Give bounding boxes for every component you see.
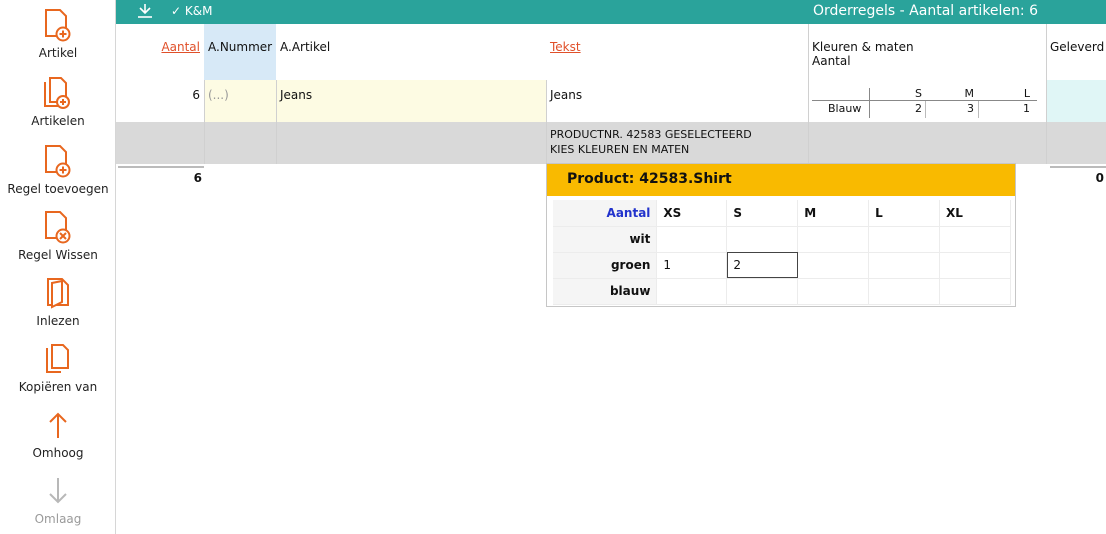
total-geleverd: 0 [1095,171,1104,185]
size-header: S [726,200,799,227]
doc-copy-icon [46,344,69,373]
docs-add-icon [44,77,70,109]
mini-size-m: M [964,87,975,100]
doc-add-icon [45,145,71,178]
table-row[interactable]: PRODUCTNR. 42583 GESELECTEERD KIES KLEUR… [116,122,1106,164]
row1-tekst[interactable]: Jeans [550,88,582,102]
qty-cell[interactable] [868,226,941,253]
mini-val-m: 3 [967,102,974,115]
qty-cell[interactable] [939,278,1011,305]
mini-sep1 [925,101,926,118]
artikel-button[interactable]: Artikel [0,2,116,68]
total-line [118,166,204,168]
qty-cell[interactable] [797,278,870,305]
qty-cell[interactable] [656,278,728,305]
row-label-groen: groen [553,252,658,279]
kopieren-van-button[interactable]: Kopiëren van [0,336,116,402]
col-anummer[interactable]: A.Nummer [204,24,276,80]
doc-import-icon [47,278,69,309]
qty-cell[interactable] [939,226,1011,253]
row2-tekst-line2: KIES KLEUREN EN MATEN [550,143,690,156]
doc-add-icon [45,9,71,42]
col-kleuren-sub: Aantal [812,54,851,68]
qty-cell[interactable] [868,278,941,305]
size-grid: Aantal XS S M L XL wit groen 1 2 blauw [553,200,1011,305]
header-title: Orderregels - Aantal artikelen: 6 [812,3,1038,19]
kleuren-maten-mini: S M L Blauw 2 3 1 [812,87,1037,120]
qty-cell[interactable]: 1 [656,252,728,279]
artikelen-button[interactable]: Artikelen [0,70,116,136]
col-geleverd[interactable]: Geleverd [1046,24,1106,80]
regel-toevoegen-label: Regel toevoegen [7,182,109,196]
omlaag-label: Omlaag [34,512,82,526]
qty-cell[interactable] [656,226,728,253]
orderregels-header: ✓ K&M Orderregels - Aantal artikelen: 6 [116,0,1106,24]
mini-val-s: 2 [915,102,922,115]
col-kleuren-label: Kleuren & maten [812,40,914,54]
col-divider [276,80,277,164]
arrow-up-icon [49,412,67,438]
inlezen-button[interactable]: Inlezen [0,270,116,336]
total-aantal: 6 [193,171,202,185]
kopieren-van-label: Kopiëren van [18,380,98,394]
qty-cell[interactable] [726,278,799,305]
omhoog-label: Omhoog [32,446,84,460]
doc-delete-icon [45,211,71,244]
col-divider [1046,24,1047,164]
size-header: XL [939,200,1011,227]
artikel-label: Artikel [38,46,78,60]
arrow-down-icon [49,478,67,504]
mini-val-l: 1 [1023,102,1030,115]
aartikel-cell-bg [276,80,546,122]
row-label-blauw: blauw [553,278,658,305]
omhoog-button[interactable]: Omhoog [0,402,116,468]
qty-cell[interactable] [797,226,870,253]
geleverd-cell-bg [1046,80,1106,122]
col-divider [808,24,809,164]
omlaag-button[interactable]: Omlaag [0,468,116,534]
regel-wissen-button[interactable]: Regel Wissen [0,204,116,270]
mini-size-l: L [1023,87,1030,100]
left-toolbar: Artikel Artikelen Regel toevoegen Regel … [0,0,116,534]
size-header: XS [656,200,728,227]
mini-sep2 [978,101,979,118]
regel-wissen-label: Regel Wissen [18,248,98,262]
table-row[interactable]: 6 (...) Jeans Jeans S M L Blauw 2 3 1 [116,80,1106,122]
col-aartikel[interactable]: A.Artikel [276,24,546,80]
row2-tekst-line1: PRODUCTNR. 42583 GESELECTEERD [550,128,752,141]
qty-cell-active[interactable]: 2 [726,252,799,279]
total-line [1050,166,1106,168]
mini-vdivider [869,88,870,118]
km-checkbox-label[interactable]: ✓ K&M [171,4,212,18]
col-kleuren[interactable]: Kleuren & maten Aantal [808,24,1046,80]
artikelen-label: Artikelen [31,114,85,128]
col-divider [546,80,547,164]
collapse-button[interactable] [136,2,156,20]
qty-cell[interactable] [797,252,870,279]
size-header: L [868,200,941,227]
size-header: M [797,200,870,227]
row1-aartikel[interactable]: Jeans [280,88,312,102]
arrow-down-underline-icon [138,4,152,18]
regel-toevoegen-button[interactable]: Regel toevoegen [0,138,116,204]
col-divider [204,80,205,164]
row1-anummer[interactable]: (...) [208,88,229,102]
popup-title: Product: 42583.Shirt [547,164,1015,196]
mini-color: Blauw [828,102,862,115]
row-label-wit: wit [553,226,658,253]
inlezen-label: Inlezen [36,314,80,328]
qty-cell[interactable] [726,226,799,253]
qty-cell[interactable] [939,252,1011,279]
product-popup: Product: 42583.Shirt Aantal XS S M L XL … [546,163,1016,307]
col-aantal[interactable]: Aantal [154,24,204,80]
row1-aantal[interactable]: 6 [154,88,200,102]
col-tekst[interactable]: Tekst [546,24,808,80]
grid-header-aantal: Aantal [553,200,658,227]
mini-size-s: S [915,87,922,100]
qty-cell[interactable] [868,252,941,279]
